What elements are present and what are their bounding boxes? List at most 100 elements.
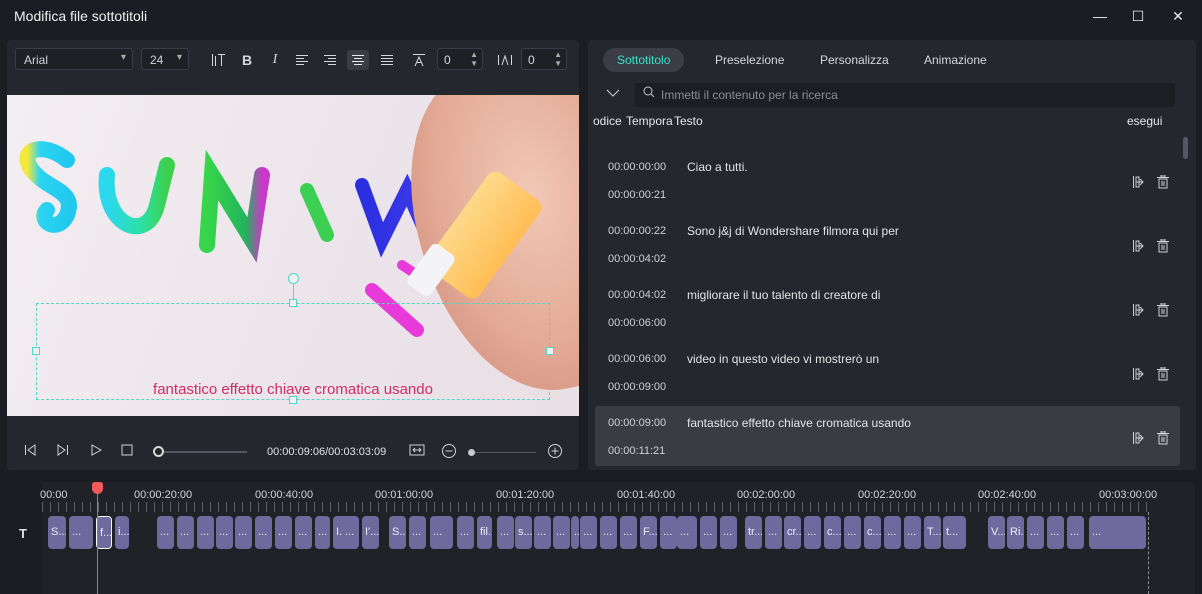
subtitle-clip[interactable]: ...: [660, 516, 677, 549]
preview-caption[interactable]: fantastico effetto chiave cromatica usan…: [7, 381, 579, 398]
minimize-button[interactable]: —: [1090, 6, 1110, 26]
subtitle-clip[interactable]: ...: [197, 516, 214, 549]
opacity-stepper[interactable]: 0 ▲ ▼: [437, 48, 483, 70]
subtitle-clip[interactable]: ...: [342, 516, 359, 549]
align-left-icon[interactable]: [292, 50, 312, 70]
stepper-arrows-icon[interactable]: ▲ ▼: [470, 50, 478, 68]
align-justify-icon[interactable]: [377, 50, 397, 70]
subtitle-clip[interactable]: ...: [235, 516, 252, 549]
subtitle-row[interactable]: 00:00:00:00 00:00:00:21 Ciao a tutti.: [595, 150, 1180, 210]
fit-screen-icon[interactable]: [408, 443, 426, 461]
subtitle-clip[interactable]: tr...: [745, 516, 762, 549]
start-time[interactable]: 00:00:00:00: [608, 161, 666, 173]
subtitle-clip[interactable]: ...: [430, 516, 453, 549]
subtitle-clip[interactable]: Ri...: [1007, 516, 1024, 549]
end-time[interactable]: 00:00:00:21: [608, 189, 666, 201]
subtitle-row[interactable]: 00:00:04:02 00:00:06:00 migliorare il tu…: [595, 278, 1180, 338]
stepper-arrows-icon[interactable]: ▲ ▼: [554, 50, 562, 68]
subtitle-clip[interactable]: ...: [580, 516, 597, 549]
tab-preselezione[interactable]: Preselezione: [701, 48, 798, 72]
close-button[interactable]: ✕: [1168, 6, 1188, 26]
column-codice[interactable]: odice: [593, 114, 622, 128]
subtitle-clip[interactable]: ...: [720, 516, 737, 549]
zoom-in-icon[interactable]: [546, 443, 564, 461]
subtitle-clip[interactable]: fil...: [477, 516, 492, 549]
scrubber-knob[interactable]: [153, 446, 164, 457]
subtitle-clip[interactable]: ...: [497, 516, 514, 549]
spacing-stepper[interactable]: 0 ▲ ▼: [521, 48, 567, 70]
subtitle-text[interactable]: video in questo video vi mostrerò un: [687, 352, 879, 366]
subtitle-clip[interactable]: ...: [157, 516, 174, 549]
trash-icon[interactable]: [1155, 238, 1171, 255]
italic-icon[interactable]: I: [265, 50, 285, 70]
play-icon[interactable]: [87, 443, 105, 461]
subtitle-clip[interactable]: ...: [904, 516, 921, 549]
column-esegui[interactable]: esegui: [1127, 114, 1162, 128]
subtitle-text[interactable]: Ciao a tutti.: [687, 160, 748, 174]
subtitle-clip[interactable]: ...: [884, 516, 901, 549]
resize-handle-left[interactable]: [32, 347, 40, 355]
split-icon[interactable]: [1130, 303, 1146, 319]
subtitle-text[interactable]: migliorare il tuo talento di creatore di: [687, 288, 880, 302]
subtitle-clip-selected[interactable]: f...: [96, 516, 112, 549]
zoom-slider[interactable]: [468, 449, 536, 456]
bold-icon[interactable]: B: [237, 50, 257, 70]
end-time[interactable]: 00:00:11:21: [608, 445, 665, 457]
subtitle-row[interactable]: 00:00:00:22 00:00:04:02 Sono j&j di Wond…: [595, 214, 1180, 274]
video-preview[interactable]: fantastico effetto chiave cromatica usan…: [7, 95, 579, 416]
letter-spacing-icon[interactable]: [495, 50, 515, 70]
subtitle-clip[interactable]: t...: [943, 516, 966, 549]
subtitle-clip[interactable]: ...: [69, 516, 93, 549]
subtitle-clip[interactable]: V...: [988, 516, 1005, 549]
subtitle-clip[interactable]: ...: [1027, 516, 1044, 549]
maximize-button[interactable]: ☐: [1128, 6, 1148, 26]
resize-handle-right[interactable]: [546, 347, 554, 355]
subtitle-clip[interactable]: T...: [924, 516, 941, 549]
subtitle-clip[interactable]: S...: [389, 516, 406, 549]
subtitle-clip[interactable]: ...: [765, 516, 782, 549]
subtitle-clip[interactable]: ...: [804, 516, 821, 549]
subtitle-clip[interactable]: ...: [844, 516, 861, 549]
subtitle-text[interactable]: Sono j&j di Wondershare filmora qui per: [687, 224, 899, 238]
subtitle-clip[interactable]: c...: [864, 516, 881, 549]
start-time[interactable]: 00:00:04:02: [608, 289, 666, 301]
subtitle-row[interactable]: 00:00:06:00 00:00:09:00 video in questo …: [595, 342, 1180, 402]
trash-icon[interactable]: [1155, 174, 1171, 191]
subtitle-clip[interactable]: ...: [409, 516, 426, 549]
subtitle-clip[interactable]: ...: [1089, 516, 1146, 549]
column-tempo[interactable]: Tempora: [626, 114, 673, 128]
subtitle-clip[interactable]: c...: [824, 516, 841, 549]
subtitle-clip[interactable]: S...: [48, 516, 66, 549]
subtitle-clip[interactable]: s...: [515, 516, 532, 549]
subtitle-clip[interactable]: ...: [457, 516, 474, 549]
resize-handle-top[interactable]: [289, 299, 297, 307]
split-icon[interactable]: [1130, 175, 1146, 191]
trash-icon[interactable]: [1155, 302, 1171, 319]
subtitle-clip[interactable]: ...: [216, 516, 233, 549]
subtitle-clip[interactable]: ...: [1067, 516, 1084, 549]
tab-personalizza[interactable]: Personalizza: [806, 48, 903, 72]
start-time[interactable]: 00:00:00:22: [608, 225, 666, 237]
search-field[interactable]: Immetti il contenuto per la ricerca: [635, 83, 1175, 107]
subtitle-clip[interactable]: ...: [553, 516, 570, 549]
playhead-handle[interactable]: [92, 482, 103, 494]
end-time[interactable]: 00:00:09:00: [608, 381, 666, 393]
column-testo[interactable]: Testo: [674, 114, 703, 128]
rotate-handle[interactable]: [288, 273, 299, 284]
zoom-out-icon[interactable]: [440, 443, 458, 461]
subtitle-clip[interactable]: ...: [571, 516, 579, 549]
text-background-icon[interactable]: [409, 50, 429, 70]
subtitle-clip[interactable]: ...: [315, 516, 330, 549]
split-icon[interactable]: [1130, 367, 1146, 383]
subtitle-clip[interactable]: ...: [534, 516, 551, 549]
list-scrollbar[interactable]: [1183, 137, 1188, 159]
subtitle-clip[interactable]: ...: [1047, 516, 1064, 549]
subtitle-clip[interactable]: ...: [295, 516, 312, 549]
stop-icon[interactable]: [118, 443, 136, 461]
subtitle-clip[interactable]: ...: [600, 516, 617, 549]
subtitle-clip[interactable]: ...: [177, 516, 194, 549]
font-size-select[interactable]: 24 ▾: [141, 48, 189, 70]
start-time[interactable]: 00:00:06:00: [608, 353, 666, 365]
subtitle-clip[interactable]: ...: [255, 516, 272, 549]
subtitle-timeline[interactable]: T 00:00 00:00:20:00 00:00:40:00 00:01:00:00…: [7, 482, 1195, 594]
